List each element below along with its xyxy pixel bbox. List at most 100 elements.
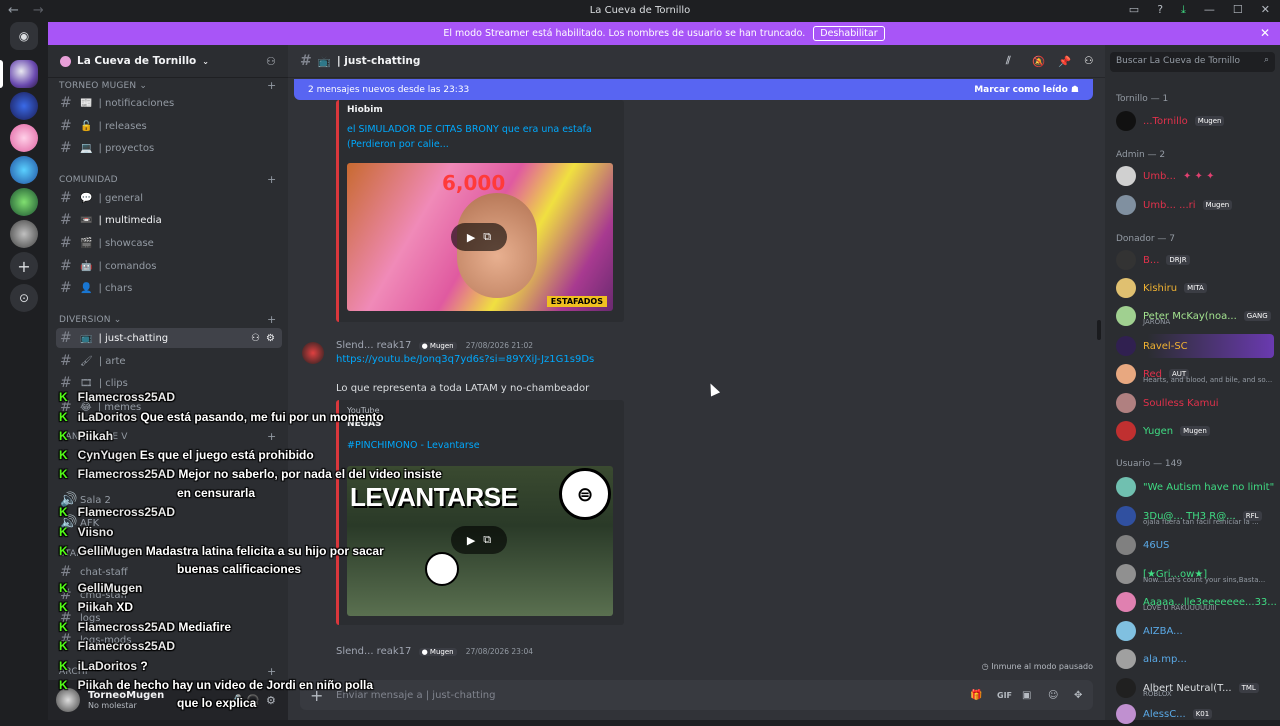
- server-icon-3[interactable]: [10, 124, 38, 152]
- add-channel-icon[interactable]: +: [267, 665, 276, 678]
- disable-streamer-button[interactable]: Deshabilitar: [813, 26, 885, 41]
- channel-comandos[interactable]: # 🤖 | comandos: [56, 256, 282, 276]
- help-icon[interactable]: ?: [1157, 3, 1163, 17]
- add-channel-icon[interactable]: +: [267, 430, 276, 443]
- avatar[interactable]: [302, 342, 324, 364]
- add-server-icon[interactable]: +: [10, 252, 38, 280]
- embed-title-link[interactable]: #PINCHIMONO - Levantarse: [347, 438, 480, 453]
- video-thumbnail[interactable]: LEVANTARSE ⊜ ▶ ⧉: [347, 466, 613, 616]
- message-author[interactable]: Slend... reak17 ● Mugen 27/08/2026 23:04: [336, 646, 533, 657]
- download-icon[interactable]: ⤓: [1181, 3, 1186, 17]
- embed-title-link[interactable]: el SIMULADOR DE CITAS BRONY que era una …: [347, 122, 592, 152]
- channel-notificaciones[interactable]: # 📰 | notificaciones: [56, 93, 282, 113]
- member-item[interactable]: Umb... ...ri Mugen: [1116, 193, 1276, 217]
- member-item[interactable]: 46US: [1116, 533, 1276, 557]
- channel-cmd-staff[interactable]: # cmd-staff: [56, 585, 282, 605]
- member-item[interactable]: Kishiru MITA: [1116, 276, 1276, 300]
- channel-chars[interactable]: # 👤 | chars: [56, 278, 282, 298]
- channel-logs[interactable]: # logs: [56, 608, 282, 628]
- avatar[interactable]: [56, 688, 80, 712]
- channel-general[interactable]: # 💬 | general: [56, 188, 282, 208]
- voice-channel-sala2[interactable]: 🔊 Sala 2: [56, 490, 282, 510]
- headphones-icon[interactable]: 🎧: [246, 694, 260, 707]
- member-item[interactable]: Umb... ✦ ✦ ✦: [1116, 164, 1276, 188]
- composer-placeholder[interactable]: Enviar mensaje a | just-chatting: [336, 690, 495, 701]
- add-channel-icon[interactable]: +: [267, 313, 276, 326]
- gear-icon[interactable]: ⚙: [266, 333, 275, 344]
- apps-icon[interactable]: ✥: [1074, 690, 1082, 701]
- pin-icon[interactable]: 📌: [1058, 55, 1071, 68]
- server-header[interactable]: La Cueva de Tornillo ⌄ ⚇: [48, 45, 288, 78]
- channel-releases[interactable]: # 🔓 | releases: [56, 116, 282, 136]
- member-item[interactable]: Peter McKay(noa... GANG JARONA: [1116, 304, 1276, 328]
- member-item[interactable]: B... DRJR: [1116, 248, 1276, 272]
- new-messages-bar[interactable]: 2 mensajes nuevos desde las 23:33 Marcar…: [294, 79, 1093, 100]
- member-item[interactable]: Aaaaa...lle3eeeeeee...33... LOVE U RAKUUU…: [1116, 590, 1276, 614]
- close-icon[interactable]: ✕: [1261, 3, 1270, 17]
- discover-icon[interactable]: ⊙: [10, 284, 38, 312]
- channel-proyectos[interactable]: # 💻 | proyectos: [56, 138, 282, 158]
- channel-memes[interactable]: # 😂 | memes: [56, 397, 282, 417]
- microphone-icon[interactable]: 🎤: [228, 694, 242, 707]
- message-author[interactable]: Slend... reak17 ● Mugen 27/08/2026 21:02: [336, 340, 533, 351]
- video-thumbnail[interactable]: 6,000 ESTAFADOS ▶ ⧉: [347, 163, 613, 311]
- member-item[interactable]: Albert Neutral(T... TML ROBLOX: [1116, 676, 1276, 700]
- emoji-icon: 🔓: [80, 120, 93, 132]
- inbox-icon[interactable]: ▭: [1129, 3, 1139, 17]
- member-item[interactable]: "We Autism have no limit": [1116, 475, 1276, 499]
- member-item[interactable]: Yugen Mugen: [1116, 419, 1276, 443]
- channel-showcase[interactable]: # 🎬 | showcase: [56, 233, 282, 253]
- server-icon-5[interactable]: [10, 188, 38, 216]
- channel-arte[interactable]: # 🖌 | arte: [56, 351, 282, 371]
- settings-gear-icon[interactable]: ⚙: [266, 694, 276, 707]
- server-icon-cueva[interactable]: [10, 60, 38, 88]
- category-canales[interactable]: CANALES DE V +: [59, 430, 276, 443]
- mark-read-button[interactable]: Marcar como leído ☗: [974, 85, 1079, 95]
- member-item[interactable]: ala.mp...: [1116, 647, 1276, 671]
- member-item[interactable]: Red AUT Hearts, and blood, and bile, and s…: [1116, 362, 1276, 386]
- member-item[interactable]: AIZBA...: [1116, 619, 1276, 643]
- category-staff[interactable]: STAFF: [59, 549, 87, 559]
- maximize-icon[interactable]: ☐: [1233, 3, 1243, 17]
- member-item[interactable]: Ravel-SC: [1116, 334, 1274, 358]
- member-item[interactable]: 3Du@... TH3 R@... RFL ojala fuera tan fáci…: [1116, 504, 1276, 528]
- minimize-icon[interactable]: —: [1204, 3, 1215, 17]
- channel-clips[interactable]: # 🎞 | clips: [56, 373, 282, 393]
- message-composer[interactable]: + Enviar mensaje a | just-chatting 🎁 GIF…: [300, 680, 1093, 710]
- server-icon-6[interactable]: [10, 220, 38, 248]
- message-link[interactable]: https://youtu.be/Jonq3q7yd6s?si=89YXiJ-J…: [336, 354, 594, 365]
- add-channel-icon[interactable]: +: [267, 173, 276, 186]
- member-list-icon[interactable]: ⚇: [1084, 55, 1093, 67]
- sticker-icon[interactable]: ▣: [1022, 690, 1031, 701]
- mute-bell-icon[interactable]: 🔕: [1032, 55, 1045, 68]
- channel-just-chatting[interactable]: # 📺 | just-chatting ⚇ ⚙: [56, 328, 282, 348]
- close-banner-icon[interactable]: ✕: [1260, 26, 1270, 40]
- invite-icon[interactable]: ⚇: [251, 333, 260, 344]
- play-button[interactable]: ▶ ⧉: [451, 223, 507, 251]
- play-button[interactable]: ▶ ⧉: [451, 526, 507, 554]
- category-diversion[interactable]: DIVERSION ⌄ +: [59, 313, 276, 326]
- invite-people-icon[interactable]: ⚇: [266, 55, 276, 68]
- category-torneo[interactable]: TORNEO MUGEN ⌄ +: [59, 79, 276, 92]
- emoji-picker-icon[interactable]: ☺: [1048, 690, 1058, 701]
- scrollbar[interactable]: [1097, 320, 1101, 340]
- category-archivo[interactable]: ARCHI +: [59, 665, 276, 678]
- threads-icon[interactable]: ⫽: [1006, 55, 1011, 68]
- member-item[interactable]: ...Tornillo Mugen: [1116, 109, 1276, 133]
- channel-chat-staff[interactable]: # chat-staff: [56, 562, 282, 582]
- member-search-input[interactable]: Buscar La Cueva de Tornillo ⌕: [1110, 52, 1275, 72]
- add-channel-icon[interactable]: +: [267, 79, 276, 92]
- server-icon-4[interactable]: [10, 156, 38, 184]
- channel-multimedia[interactable]: # 📼 | multimedia: [56, 210, 282, 230]
- server-icon-2[interactable]: [10, 92, 38, 120]
- gif-icon[interactable]: GIF: [997, 691, 1012, 700]
- gift-icon[interactable]: 🎁: [970, 690, 982, 701]
- member-item[interactable]: [★Gri...ow★] Now...Let's count your sins,…: [1116, 562, 1276, 586]
- channel-logs-mods[interactable]: # logs-mods: [56, 630, 282, 650]
- member-item[interactable]: Soulless Kamui: [1116, 391, 1276, 415]
- add-attachment-icon[interactable]: +: [310, 686, 323, 705]
- discord-home-icon[interactable]: ◉: [10, 22, 38, 50]
- member-item[interactable]: AlessC... K01: [1116, 702, 1276, 726]
- category-comunidad[interactable]: COMUNIDAD +: [59, 173, 276, 186]
- voice-channel-afk[interactable]: 🔊 AFK: [56, 513, 282, 533]
